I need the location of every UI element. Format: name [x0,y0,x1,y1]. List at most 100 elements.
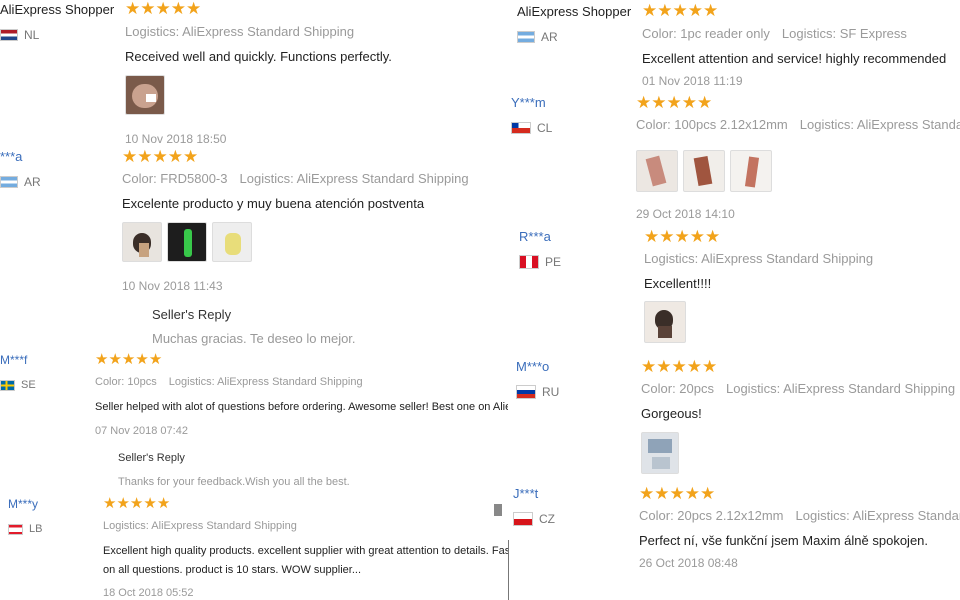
review-photo[interactable] [636,150,678,192]
review-text: Excellent!!!! [644,276,712,291]
flag-icon [516,385,536,399]
reviewer-country: LB [8,523,42,535]
star-icon: ★ [674,227,690,246]
reviewer-name: AliExpress Shopper [517,4,632,19]
review-text: Received well and quickly. Functions per… [125,49,392,64]
seller-reply-title: Seller's Reply [118,452,185,464]
right-review-column: AliExpress Shopper AR ★★★★★ Color: 1pc r… [510,0,960,600]
flag-icon [519,255,539,269]
review-photos [125,75,165,115]
star-icon: ★ [654,484,670,503]
review-photo[interactable] [683,150,725,192]
order-info: Logistics: AliExpress Standard Shipping [103,520,297,532]
seller-reply-text: Muchas gracias. Te deseo lo mejor. [152,331,356,346]
flag-icon [8,523,23,535]
flag-icon [517,31,535,43]
reviewer-name[interactable]: J***t [513,486,538,501]
star-icon: ★ [95,351,109,368]
review-date: 07 Nov 2018 07:42 [95,425,188,437]
review-photo[interactable] [730,150,772,192]
star-rating: ★★★★★ [122,148,198,166]
flag-icon [513,512,533,526]
reviewer-name: AliExpress Shopper [0,2,115,17]
order-info: Color: 100pcs 2.12x12mm Logistics: AliExp… [636,117,960,132]
star-icon: ★ [183,147,199,166]
star-icon: ★ [697,93,713,112]
star-icon: ★ [170,0,186,18]
star-icon: ★ [681,93,697,112]
star-icon: ★ [125,0,141,18]
star-rating: ★★★★★ [95,352,162,368]
flag-icon [0,379,15,391]
star-icon: ★ [671,357,687,376]
star-icon: ★ [103,495,117,512]
star-icon: ★ [651,93,667,112]
order-info: Color: FRD5800-3 Logistics: AliExpress St… [122,171,469,186]
reviewer-country: AR [517,30,558,44]
flag-icon [0,176,18,188]
star-icon: ★ [642,1,658,20]
star-icon: ★ [129,495,144,512]
star-icon: ★ [703,1,719,20]
review-photos [636,150,772,192]
star-icon: ★ [666,93,682,112]
reviewer-name[interactable]: M***f [0,353,27,367]
star-rating: ★★★★★ [125,0,201,18]
review-date: 18 Oct 2018 05:52 [103,587,194,599]
seller-reply-text: Thanks for your feedback.Wish you all th… [118,476,350,488]
review-text: Seller helped with alot of questions bef… [95,401,508,413]
star-icon: ★ [639,484,655,503]
star-icon: ★ [116,495,130,512]
review-date: 29 Oct 2018 14:10 [636,207,735,221]
star-icon: ★ [686,357,702,376]
star-rating: ★★★★★ [103,496,170,512]
star-icon: ★ [700,484,716,503]
reviewer-country: AR [0,175,41,189]
star-icon: ★ [143,495,157,512]
star-rating: ★★★★★ [639,485,715,503]
star-icon: ★ [122,147,138,166]
review-date: 10 Nov 2018 18:50 [125,132,227,146]
reviewer-name[interactable]: M***y [8,497,38,511]
star-rating: ★★★★★ [636,94,712,112]
reviewer-name[interactable]: M***o [516,359,549,374]
flag-icon [0,29,18,41]
review-photo[interactable] [644,301,686,343]
order-info: Logistics: AliExpress Standard Shipping [125,24,355,39]
reviewer-country: NL [0,28,39,42]
review-text: Excelente producto y muy buena atención … [122,196,425,211]
reviewer-country: CL [511,121,552,135]
star-icon: ★ [140,0,156,18]
scrollbar-thumb[interactable] [494,504,502,516]
star-icon: ★ [148,351,163,368]
star-rating: ★★★★★ [642,2,718,20]
flag-icon [511,122,531,134]
reviewer-name[interactable]: R***a [519,229,551,244]
star-icon: ★ [656,357,672,376]
star-icon: ★ [636,93,652,112]
reviewer-name[interactable]: Y***m [511,95,546,110]
review-photo[interactable] [167,222,207,262]
review-photo[interactable] [125,75,165,115]
order-info: Color: 20pcs 2.12x12mm Logistics: AliExpr… [639,508,960,523]
star-icon: ★ [152,147,168,166]
star-icon: ★ [659,227,675,246]
review-photos [122,222,252,262]
review-photo[interactable] [212,222,252,262]
review-text-continued: on all questions. product is 10 stars. W… [103,564,362,576]
star-icon: ★ [705,227,721,246]
review-photo[interactable] [122,222,162,262]
review-photo[interactable] [641,432,679,474]
left-review-column: AliExpress Shopper NL ★★★★★ Logistics: A… [0,0,508,600]
reviewer-name[interactable]: ***a [0,149,22,164]
star-icon: ★ [672,1,688,20]
review-date: 01 Nov 2018 11:19 [642,74,743,88]
reviewer-country: RU [516,385,559,399]
review-photos [644,301,686,343]
order-info: Color: 10pcs Logistics: AliExpress Standa… [95,376,363,388]
star-icon: ★ [137,147,153,166]
seller-reply-title: Seller's Reply [152,307,232,322]
order-info: Logistics: AliExpress Standard Shipping [644,251,874,266]
star-icon: ★ [644,227,660,246]
star-icon: ★ [155,0,171,18]
